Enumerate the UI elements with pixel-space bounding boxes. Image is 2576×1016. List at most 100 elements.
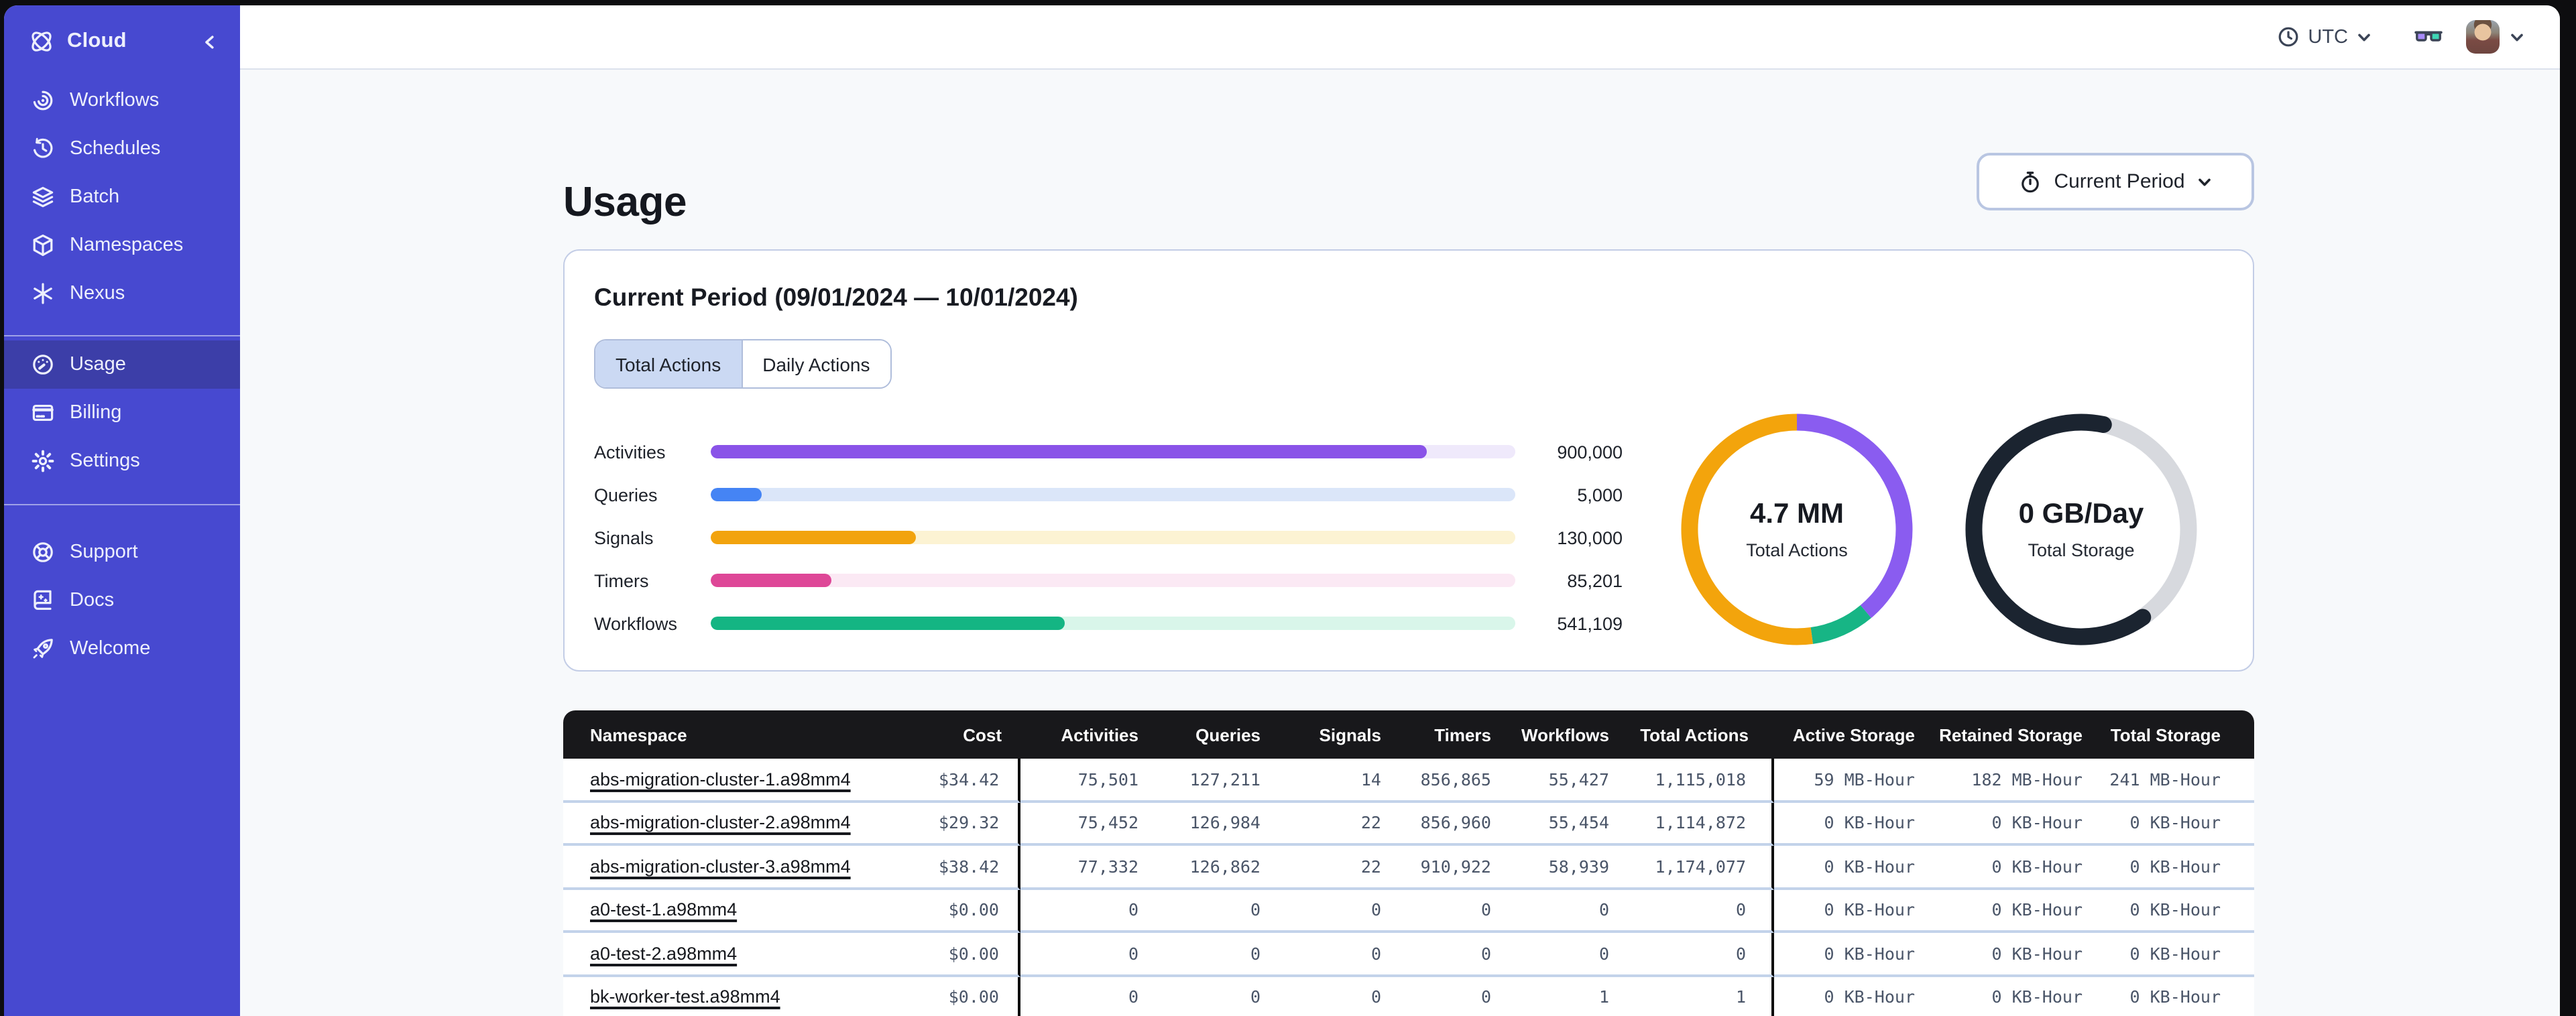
cell-active_storage: 0 KB-Hour xyxy=(1774,846,1915,889)
bar-track xyxy=(711,488,1515,501)
namespace-link[interactable]: abs-migration-cluster-2.a98mm4 xyxy=(590,813,851,833)
column-header-total-actions: Total Actions xyxy=(1609,710,1774,759)
bar-fill xyxy=(711,531,916,544)
cell-total_storage: 0 KB-Hour xyxy=(2083,976,2254,1016)
bar-row-queries: Queries 5,000 xyxy=(594,473,1623,516)
bar-label: Timers xyxy=(594,570,649,590)
column-header-timers: Timers xyxy=(1381,710,1491,759)
tab-total-actions[interactable]: Total Actions xyxy=(595,340,742,387)
cell-activities: 75,501 xyxy=(1020,759,1138,802)
sidebar-item-billing[interactable]: Billing xyxy=(4,389,240,437)
sidebar-item-docs[interactable]: Docs xyxy=(4,576,240,625)
feedback-glasses-icon[interactable] xyxy=(2412,25,2445,49)
sidebar-nav-main: Workflows Schedules Batch Namespaces Nexus xyxy=(4,76,240,318)
timezone-selector[interactable]: UTC xyxy=(2277,25,2372,48)
sidebar-collapse-button[interactable] xyxy=(201,19,219,64)
cell-timers: 856,865 xyxy=(1381,759,1491,802)
namespace-link[interactable]: a0-test-1.a98mm4 xyxy=(590,900,737,920)
cell-total_actions: 0 xyxy=(1609,933,1774,976)
sidebar-item-schedules[interactable]: Schedules xyxy=(4,125,240,173)
cell-queries: 0 xyxy=(1138,976,1261,1016)
card-title: Current Period (09/01/2024 — 10/01/2024) xyxy=(594,283,1078,311)
sidebar-item-usage[interactable]: Usage xyxy=(4,340,240,389)
cell-total_actions: 1,174,077 xyxy=(1609,846,1774,889)
cell-total_storage: 241 MB-Hour xyxy=(2083,759,2254,802)
column-header-active-storage: Active Storage xyxy=(1774,710,1915,759)
cell-activities: 77,332 xyxy=(1020,846,1138,889)
namespace-link[interactable]: abs-migration-cluster-3.a98mm4 xyxy=(590,856,851,877)
namespace-link[interactable]: abs-migration-cluster-1.a98mm4 xyxy=(590,769,851,789)
docs-icon xyxy=(31,588,55,613)
sidebar-item-namespaces[interactable]: Namespaces xyxy=(4,221,240,269)
brand-row: Cloud xyxy=(4,19,240,64)
topbar: UTC xyxy=(240,5,2560,70)
table-row: abs-migration-cluster-2.a98mm4 $29.32 75,4… xyxy=(563,802,2254,846)
total-actions-value: 4.7 MM xyxy=(1749,499,1844,529)
namespace-link[interactable]: a0-test-2.a98mm4 xyxy=(590,944,737,964)
cell-cost: $29.32 xyxy=(939,802,1020,846)
sidebar-item-batch[interactable]: Batch xyxy=(4,173,240,221)
cell-queries: 127,211 xyxy=(1138,759,1261,802)
cell-retained_storage: 0 KB-Hour xyxy=(1915,889,2083,933)
cell-signals: 0 xyxy=(1261,889,1381,933)
sidebar-item-label: Welcome xyxy=(70,638,151,659)
sidebar-item-label: Namespaces xyxy=(70,235,184,256)
sidebar-item-settings[interactable]: Settings xyxy=(4,437,240,485)
cell-activities: 0 xyxy=(1020,976,1138,1016)
cell-total_actions: 0 xyxy=(1609,889,1774,933)
welcome-icon xyxy=(31,637,55,661)
sidebar-item-welcome[interactable]: Welcome xyxy=(4,625,240,673)
chevron-down-icon[interactable] xyxy=(2509,29,2525,45)
bar-fill xyxy=(711,445,1427,458)
cell-timers: 0 xyxy=(1381,933,1491,976)
sidebar-item-workflows[interactable]: Workflows xyxy=(4,76,240,125)
bar-value: 900,000 xyxy=(1557,442,1623,462)
column-header-namespace: Namespace xyxy=(563,710,939,759)
sidebar-item-label: Nexus xyxy=(70,283,125,304)
app-stage: Cloud Workflows Schedules Batch Namespaces N… xyxy=(0,0,2576,1016)
table-row: abs-migration-cluster-1.a98mm4 $34.42 75,5… xyxy=(563,759,2254,802)
cell-signals: 0 xyxy=(1261,976,1381,1016)
bar-track xyxy=(711,617,1515,630)
cell-cost: $0.00 xyxy=(939,889,1020,933)
bar-label: Queries xyxy=(594,485,658,505)
cell-namespace: a0-test-2.a98mm4 xyxy=(563,933,939,976)
avatar[interactable] xyxy=(2466,20,2500,54)
sidebar-divider xyxy=(4,335,240,336)
period-selector-button[interactable]: Current Period xyxy=(1977,153,2254,210)
app-window: Cloud Workflows Schedules Batch Namespaces N… xyxy=(4,5,2560,1016)
bar-label: Activities xyxy=(594,442,666,462)
table-row: bk-worker-test.a98mm4 $0.00 0 0 0 0 1 1 0 KB-Hou… xyxy=(563,976,2254,1016)
sidebar-item-label: Billing xyxy=(70,402,122,424)
sidebar-item-support[interactable]: Support xyxy=(4,528,240,576)
bar-fill xyxy=(711,617,1065,630)
bar-row-signals: Signals 130,000 xyxy=(594,516,1623,559)
cell-queries: 126,984 xyxy=(1138,802,1261,846)
bar-row-workflows: Workflows 541,109 xyxy=(594,602,1623,645)
sidebar-item-label: Batch xyxy=(70,186,120,208)
total-storage-value: 0 GB/Day xyxy=(2018,499,2144,529)
bar-track xyxy=(711,531,1515,544)
cell-workflows: 0 xyxy=(1491,933,1609,976)
cell-active_storage: 0 KB-Hour xyxy=(1774,889,1915,933)
sidebar-item-label: Schedules xyxy=(70,138,161,160)
cell-queries: 126,862 xyxy=(1138,846,1261,889)
namespace-link[interactable]: bk-worker-test.a98mm4 xyxy=(590,987,780,1007)
namespace-usage-table: Namespace Cost Activities Queries Signals Tim… xyxy=(563,710,2254,1016)
cell-workflows: 55,454 xyxy=(1491,802,1609,846)
sidebar-item-nexus[interactable]: Nexus xyxy=(4,269,240,318)
usage-bar-chart: Activities 900,000 Queries 5,000 Signals 130,… xyxy=(594,430,1623,645)
bar-value: 130,000 xyxy=(1557,527,1623,548)
schedules-icon xyxy=(31,137,55,161)
cell-active_storage: 0 KB-Hour xyxy=(1774,933,1915,976)
bar-label: Signals xyxy=(594,527,654,548)
tab-daily-actions[interactable]: Daily Actions xyxy=(741,340,890,387)
cell-queries: 0 xyxy=(1138,933,1261,976)
column-header-workflows: Workflows xyxy=(1491,710,1609,759)
cell-total_storage: 0 KB-Hour xyxy=(2083,889,2254,933)
period-button-label: Current Period xyxy=(2054,170,2185,193)
namespaces-icon xyxy=(31,233,55,257)
total-storage-label: Total Storage xyxy=(2028,540,2135,560)
cell-retained_storage: 0 KB-Hour xyxy=(1915,802,2083,846)
workflows-icon xyxy=(31,88,55,113)
